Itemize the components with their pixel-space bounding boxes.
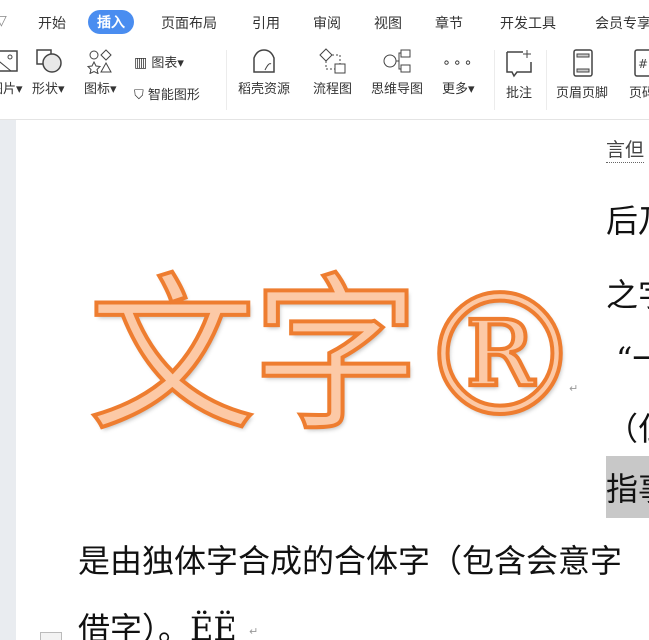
comment-button[interactable]: 批注 bbox=[504, 48, 534, 101]
text-line: 言但 bbox=[606, 135, 645, 163]
header-footer-icon bbox=[573, 49, 593, 77]
highlighted-text: 指事 bbox=[606, 456, 649, 518]
tab-page-layout[interactable]: 页面布局 bbox=[161, 13, 217, 33]
chevron-down-icon[interactable]: ▽ bbox=[0, 13, 7, 29]
comment-add-icon bbox=[506, 50, 532, 78]
flowchart-button[interactable]: 流程图 bbox=[313, 48, 352, 97]
shape-button[interactable]: 形状▾ bbox=[32, 48, 65, 97]
divider bbox=[546, 50, 547, 110]
chart-button[interactable]: ▥ 图表▾ bbox=[134, 52, 184, 71]
tab-home[interactable]: 开始 bbox=[38, 13, 66, 33]
text-line: （仁 bbox=[606, 410, 649, 448]
left-margin bbox=[0, 120, 16, 640]
text-line: 是由独体字合成的合体字（包含会意字 bbox=[78, 542, 623, 580]
text-line: 后乃 bbox=[606, 202, 649, 240]
tab-review[interactable]: 审阅 bbox=[313, 13, 341, 33]
shape-icon bbox=[36, 49, 63, 73]
flowchart-icon bbox=[318, 48, 345, 74]
layout-handle[interactable] bbox=[40, 632, 62, 640]
more-icon: ∘∘∘ bbox=[442, 55, 475, 71]
tab-member[interactable]: 会员专享 bbox=[595, 13, 649, 33]
smart-art-button[interactable]: ⛉ 智能图形 bbox=[134, 84, 200, 103]
svg-text:#: # bbox=[638, 57, 648, 71]
icon-button[interactable]: 图标▾ bbox=[84, 48, 117, 97]
tab-references[interactable]: 引用 bbox=[252, 13, 280, 33]
text-line: 借字）。ËË bbox=[78, 610, 237, 640]
divider bbox=[226, 50, 227, 110]
chart-icon: ▥ bbox=[134, 55, 148, 71]
picture-button[interactable]: 图片▾ bbox=[0, 48, 23, 97]
mindmap-icon bbox=[383, 49, 411, 73]
document-page[interactable]: 言但 后乃 之字 “一 （仁 指事 文字® ↵ 是由独体字合成的合体字（包含会意… bbox=[16, 120, 649, 640]
divider bbox=[494, 50, 495, 110]
word-art-text[interactable]: 文字® bbox=[86, 220, 586, 463]
ribbon-tabs: ▽ 开始 插入 页面布局 引用 审阅 视图 章节 开发工具 会员专享 bbox=[0, 0, 649, 44]
text-line: 之字 bbox=[606, 276, 649, 314]
picture-icon bbox=[0, 50, 19, 72]
ribbon-toolbar: 图片▾ 形状▾ 图标▾ ▥ 图表▾ ⛉ 智能图形 稻壳资源 流程图 思维导图 ∘… bbox=[0, 44, 649, 120]
page-number-button[interactable]: # 页码 bbox=[627, 48, 649, 101]
header-footer-button[interactable]: 页眉页脚 bbox=[556, 48, 608, 101]
text-line: “一 bbox=[616, 340, 649, 378]
more-button[interactable]: ∘∘∘ 更多▾ bbox=[442, 48, 475, 97]
smart-art-icon: ⛉ bbox=[134, 88, 144, 103]
tab-insert[interactable]: 插入 bbox=[88, 10, 134, 34]
store-icon bbox=[253, 49, 275, 73]
tab-view[interactable]: 视图 bbox=[374, 13, 402, 33]
mindmap-button[interactable]: 思维导图 bbox=[371, 48, 423, 97]
tab-developer[interactable]: 开发工具 bbox=[500, 13, 556, 33]
paragraph-mark: ↵ bbox=[569, 382, 579, 395]
tab-section[interactable]: 章节 bbox=[435, 13, 463, 33]
icons-icon bbox=[87, 49, 113, 74]
paragraph-mark: ↵ bbox=[249, 625, 259, 638]
docer-button[interactable]: 稻壳资源 bbox=[238, 48, 290, 97]
page-number-icon: # bbox=[634, 49, 649, 77]
